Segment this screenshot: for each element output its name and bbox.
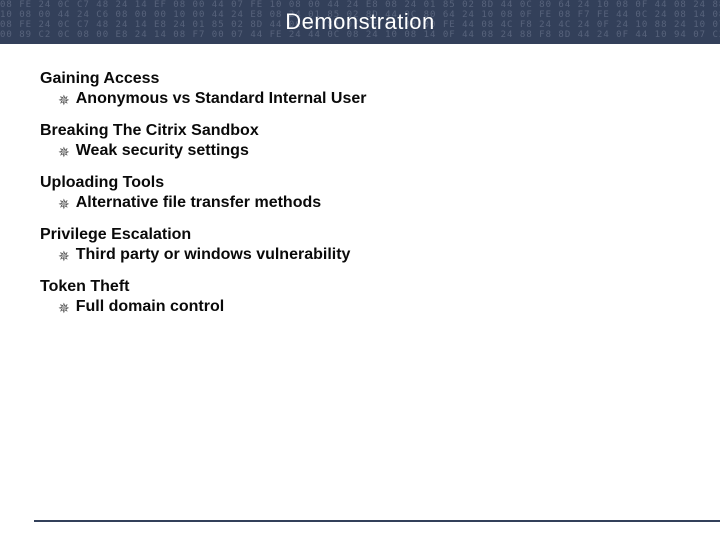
bullet-item: ✵ Third party or windows vulnerability [58,246,680,266]
bullet-item: ✵ Alternative file transfer methods [58,194,680,214]
section-heading: Uploading Tools [40,174,680,192]
bullet-icon: ✵ [58,298,70,318]
bullet-text: Full domain control [76,298,224,316]
section-privilege-escalation: Privilege Escalation ✵ Third party or wi… [40,226,680,266]
bullet-icon: ✵ [58,90,70,110]
bullet-icon: ✵ [58,142,70,162]
footer-divider [34,520,720,522]
bullet-text: Anonymous vs Standard Internal User [76,90,367,108]
title-band: 08 FE 24 0C C7 48 24 14 EF 08 00 44 07 F… [0,0,720,44]
bullet-item: ✵ Weak security settings [58,142,680,162]
section-heading: Privilege Escalation [40,226,680,244]
bullet-text: Alternative file transfer methods [76,194,321,212]
section-heading: Token Theft [40,278,680,296]
bullet-icon: ✵ [58,194,70,214]
section-heading: Breaking The Citrix Sandbox [40,122,680,140]
section-citrix-sandbox: Breaking The Citrix Sandbox ✵ Weak secur… [40,122,680,162]
section-uploading-tools: Uploading Tools ✵ Alternative file trans… [40,174,680,214]
section-heading: Gaining Access [40,70,680,88]
bullet-item: ✵ Full domain control [58,298,680,318]
section-gaining-access: Gaining Access ✵ Anonymous vs Standard I… [40,70,680,110]
section-token-theft: Token Theft ✵ Full domain control [40,278,680,318]
bullet-text: Third party or windows vulnerability [76,246,351,264]
bullet-icon: ✵ [58,246,70,266]
bullet-text: Weak security settings [76,142,249,160]
bullet-item: ✵ Anonymous vs Standard Internal User [58,90,680,110]
slide-title: Demonstration [0,0,720,44]
slide-content: Gaining Access ✵ Anonymous vs Standard I… [0,44,720,318]
